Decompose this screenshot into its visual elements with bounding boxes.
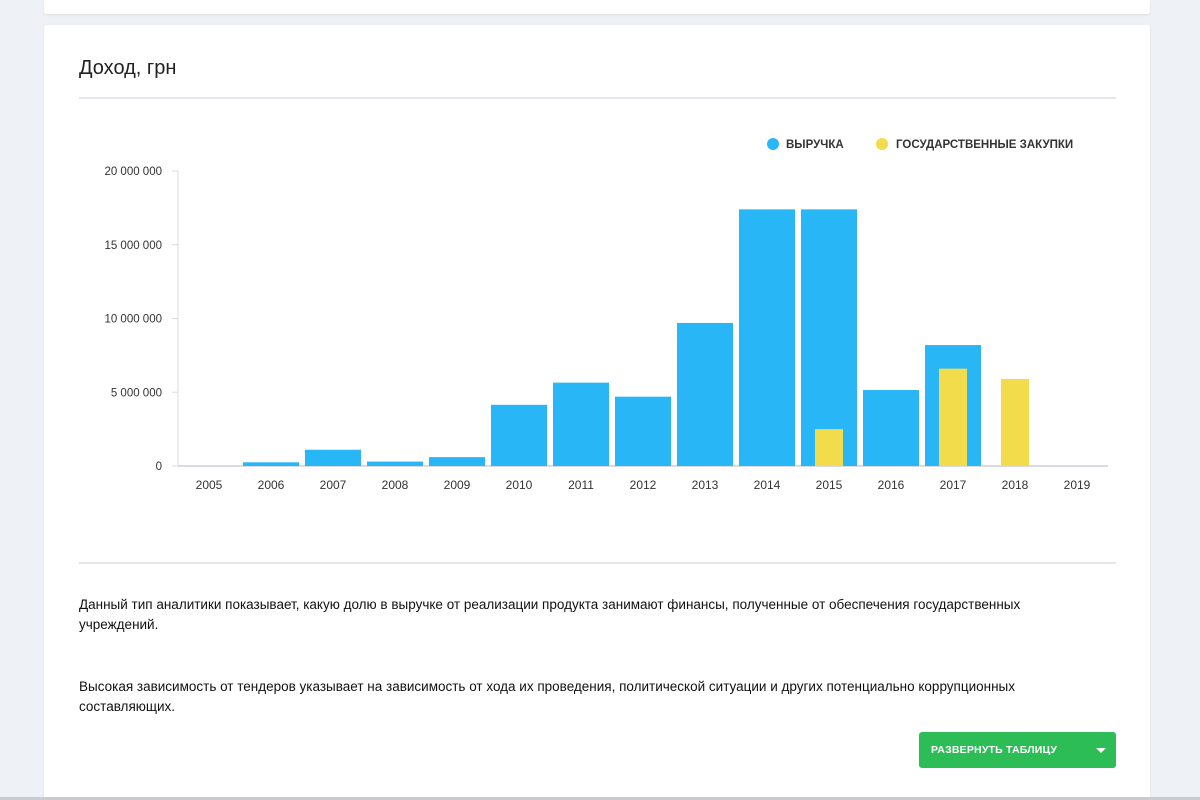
revenue-bar [801,209,857,466]
description-paragraph-2: Высокая зависимость от тендеров указывае… [79,679,1016,714]
revenue-bar [739,209,795,466]
expand-table-button[interactable]: РАЗВЕРНУТЬ ТАБЛИЦУ [919,732,1116,768]
legend-revenue-label: ВЫРУЧКА [786,139,844,151]
legend-procurement-label: ГОСУДАРСТВЕННЫЕ ЗАКУПКИ [896,139,1073,151]
y-tick-label: 10 000 000 [104,314,162,326]
x-tick-label: 2006 [258,478,285,492]
x-tick-label: 2018 [1002,478,1029,492]
revenue-bar [367,461,423,466]
expand-table-label: РАЗВЕРНУТЬ ТАБЛИЦУ [931,744,1058,756]
chart-divider [79,562,1116,564]
x-tick-label: 2008 [382,478,409,492]
x-tick-label: 2019 [1064,478,1091,492]
x-tick-label: 2014 [754,478,781,492]
x-tick-label: 2007 [320,478,347,492]
revenue-bar [305,449,361,466]
procurement-bar [815,429,843,466]
legend-procurement-dot [876,138,888,150]
x-tick-label: 2009 [444,478,471,492]
y-tick-label: 0 [156,461,162,473]
revenue-bar [677,322,733,466]
revenue-bar [429,457,485,466]
chevron-down-icon [1096,747,1106,753]
x-tick-label: 2017 [940,478,967,492]
y-tick-label: 5 000 000 [111,387,162,399]
y-tick-label: 15 000 000 [104,240,162,252]
x-tick-label: 2005 [196,478,223,492]
x-tick-label: 2016 [878,478,905,492]
revenue-bar [615,396,671,466]
legend-revenue-dot [767,138,779,150]
y-tick-label: 20 000 000 [104,166,162,178]
previous-card [44,0,1150,14]
income-bar-chart: 0 5 000 000 10 000 000 15 000 000 20 000 000… [104,138,1108,492]
procurement-bar [939,368,967,466]
revenue-bar [243,462,299,466]
x-tick-label: 2013 [692,478,719,492]
description-paragraph-1: Данный тип аналитики показывает, какую д… [79,597,1021,632]
revenue-bar [863,390,919,466]
x-tick-label: 2010 [506,478,533,492]
income-card: Доход, грн 05 000 000 10 000 000 15 000 00… [44,25,1150,800]
revenue-bar [491,404,547,466]
x-tick-label: 2011 [568,478,594,492]
revenue-bar [553,382,609,466]
x-tick-label: 2012 [630,478,657,492]
x-tick-label: 2015 [816,478,843,492]
procurement-bar [1001,378,1029,466]
